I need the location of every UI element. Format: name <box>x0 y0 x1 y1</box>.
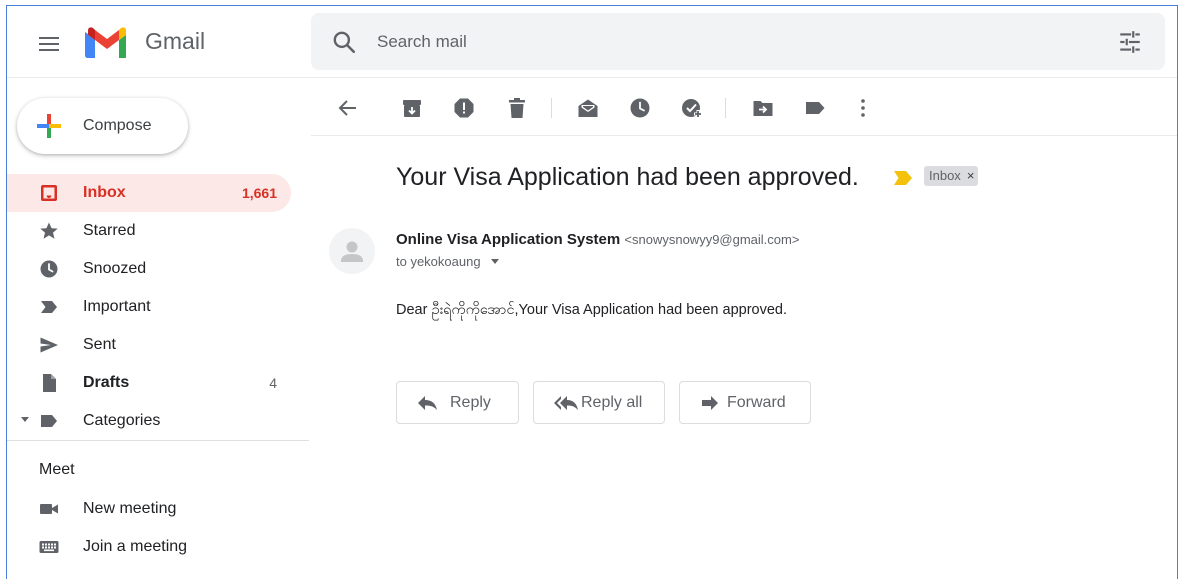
draft-icon <box>43 374 56 392</box>
sender-name[interactable]: Online Visa Application System <box>396 231 620 248</box>
archive-icon[interactable] <box>401 97 423 119</box>
search-icon[interactable] <box>331 29 357 55</box>
sidebar-item-sent[interactable]: Sent <box>7 326 291 364</box>
sidebar-item-inbox[interactable]: Inbox 1,661 <box>7 174 291 212</box>
sidebar-item-drafts[interactable]: Drafts 4 <box>7 364 291 402</box>
meet-section-title: Meet <box>39 461 75 478</box>
reply-label: Reply <box>450 394 491 411</box>
sidebar-nav: Inbox 1,661 Starred Snoozed Important Se… <box>7 174 307 440</box>
sidebar-item-label: Inbox <box>83 184 126 201</box>
gmail-window: Gmail Compose <box>6 5 1178 579</box>
unread-count: 1,661 <box>241 185 277 201</box>
more-options-icon[interactable] <box>852 97 874 119</box>
video-camera-icon <box>40 504 58 514</box>
search-bar[interactable] <box>311 13 1165 70</box>
search-options-icon[interactable] <box>1117 29 1143 55</box>
important-marker-icon[interactable] <box>893 170 913 186</box>
new-meeting-label: New meeting <box>83 500 177 517</box>
reply-button[interactable]: Reply <box>396 381 519 424</box>
inbox-icon <box>41 185 57 201</box>
plus-icon <box>37 114 61 138</box>
sidebar-item-label: Sent <box>83 336 116 353</box>
move-to-icon[interactable] <box>752 97 774 119</box>
send-icon <box>40 337 58 353</box>
message-subject: Your Visa Application had been approved. <box>396 163 859 191</box>
sidebar-item-snoozed[interactable]: Snoozed <box>7 250 291 288</box>
sidebar-item-categories[interactable]: Categories <box>7 402 291 440</box>
back-arrow-icon[interactable] <box>337 97 359 119</box>
label-icon <box>41 415 57 427</box>
sidebar-item-label: Starred <box>83 222 136 239</box>
important-icon <box>41 301 57 313</box>
remove-label-icon[interactable]: × <box>967 166 975 186</box>
mark-unread-icon[interactable] <box>577 97 599 119</box>
sender-line: Online Visa Application System <snowysno… <box>396 231 799 248</box>
label-as-icon[interactable] <box>804 97 826 119</box>
forward-icon <box>702 396 718 410</box>
reply-all-label: Reply all <box>581 394 643 411</box>
star-icon <box>40 222 58 239</box>
sender-avatar[interactable] <box>329 228 375 274</box>
add-to-tasks-icon[interactable] <box>681 97 703 119</box>
clock-icon <box>40 260 58 278</box>
label-chip-text: Inbox <box>929 168 961 183</box>
sidebar-item-label: Drafts <box>83 374 130 391</box>
sidebar-item-starred[interactable]: Starred <box>7 212 291 250</box>
main-menu-icon[interactable] <box>31 26 67 62</box>
keyboard-icon <box>39 541 59 553</box>
reply-icon <box>418 396 437 410</box>
delete-icon[interactable] <box>506 97 528 119</box>
report-spam-icon[interactable] <box>453 97 475 119</box>
gmail-logo-icon[interactable] <box>85 26 129 58</box>
message-body: Dear ဦးရဲကိုကိုအောင်,Your Visa Applicati… <box>396 302 787 318</box>
expand-arrow-icon[interactable] <box>21 417 29 422</box>
reply-all-icon <box>554 396 578 410</box>
sidebar-item-label: Important <box>83 298 151 315</box>
snooze-icon[interactable] <box>629 97 651 119</box>
show-details-icon[interactable] <box>490 259 499 264</box>
join-meeting-item[interactable]: Join a meeting <box>7 528 291 566</box>
sidebar-item-label: Snoozed <box>83 260 147 277</box>
sidebar-item-label: Categories <box>83 412 161 429</box>
recipient-line: to yekokoaung <box>396 254 499 269</box>
draft-count: 4 <box>269 375 277 391</box>
compose-label: Compose <box>83 117 152 134</box>
person-icon <box>341 241 363 262</box>
message-toolbar <box>311 78 1177 136</box>
new-meeting-item[interactable]: New meeting <box>7 490 291 528</box>
sender-email: <snowysnowyy9@gmail.com> <box>624 232 800 247</box>
inbox-label-chip: Inbox × <box>924 166 979 186</box>
sidebar-divider <box>7 440 309 441</box>
sidebar-item-important[interactable]: Important <box>7 288 291 326</box>
toolbar-divider <box>725 98 726 118</box>
reply-all-button[interactable]: Reply all <box>533 381 665 424</box>
compose-button[interactable]: Compose <box>17 98 188 154</box>
forward-button[interactable]: Forward <box>679 381 811 424</box>
recipient-text: to yekokoaung <box>396 254 481 269</box>
join-meeting-label: Join a meeting <box>83 538 188 555</box>
toolbar-divider <box>551 98 552 118</box>
search-input[interactable] <box>377 13 1077 70</box>
app-name: Gmail <box>145 28 206 54</box>
top-header: Gmail <box>7 6 1177 78</box>
forward-label: Forward <box>727 394 786 411</box>
